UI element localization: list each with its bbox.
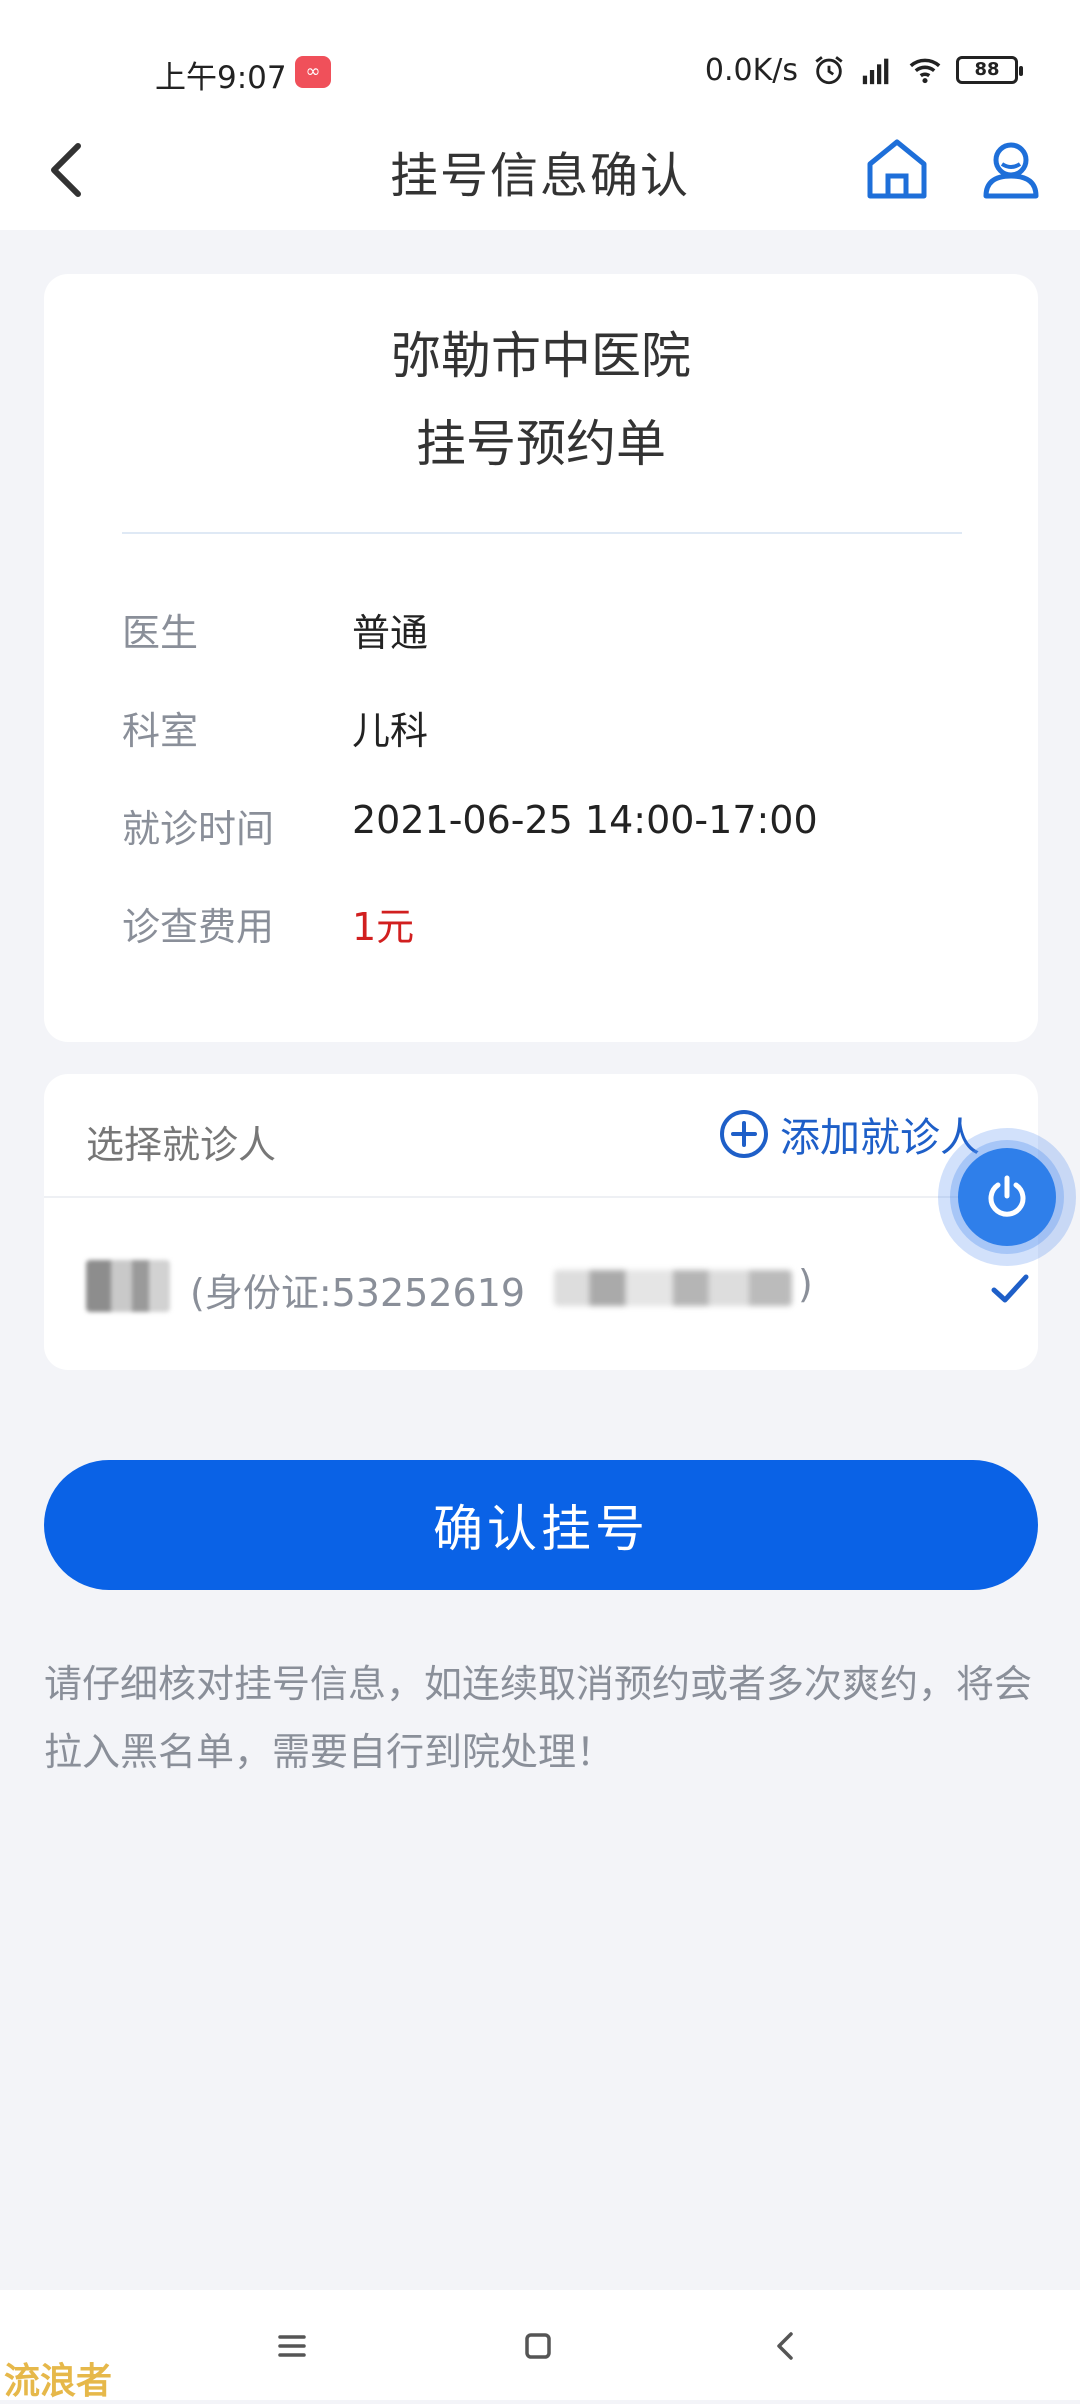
plus-circle-icon — [720, 1110, 768, 1158]
power-icon — [988, 1175, 1026, 1217]
menu-icon[interactable] — [262, 2316, 322, 2376]
appointment-card: 弥勒市中医院 挂号预约单 医生 普通 科室 儿科 就诊时间 2021-06-25… — [44, 274, 1038, 1042]
row-value: 儿科 — [352, 709, 429, 753]
divider — [122, 532, 962, 534]
check-icon — [991, 1274, 1029, 1303]
notice-text: 请仔细核对挂号信息，如连续取消预约或者多次爽约，将会拉入黑名单，需要自行到院处理… — [44, 1662, 1033, 1774]
divider — [44, 1196, 1038, 1198]
row-label: 诊查费用 — [122, 905, 275, 949]
confirm-register-button[interactable]: 确认挂号 — [44, 1460, 1038, 1590]
add-patient-button[interactable]: 添加就诊人 — [718, 1106, 980, 1162]
nav-bar: 挂号信息确认 — [0, 110, 1080, 230]
home-square-icon[interactable] — [508, 2316, 568, 2376]
row-value: 普通 — [352, 611, 429, 655]
id-number-blurred — [554, 1270, 792, 1306]
status-bar: 上午9:07 ∞ 0.0K/s 88 — [0, 0, 1080, 110]
back-arrow-icon[interactable] — [756, 2316, 816, 2376]
battery-icon: 88 — [956, 56, 1023, 84]
floating-button-core — [958, 1148, 1056, 1246]
patient-card: 选择就诊人 添加就诊人 (身份证:53252619 ) — [44, 1074, 1038, 1370]
alarm-icon — [815, 56, 843, 85]
row-label: 医生 — [122, 611, 199, 655]
fee-value: 1元 — [352, 905, 415, 949]
signal-icon — [862, 58, 889, 85]
patient-id-close: ) — [798, 1262, 813, 1306]
home-icon[interactable] — [858, 130, 936, 208]
form-title: 挂号预约单 — [416, 415, 666, 473]
row-label: 就诊时间 — [122, 807, 275, 851]
floating-power-button[interactable] — [938, 1128, 1076, 1266]
patient-id-text: (身份证:53252619 — [190, 1271, 526, 1315]
notification-app-icon: ∞ — [295, 56, 331, 88]
patient-option[interactable]: (身份证:53252619 ) — [86, 1260, 1029, 1320]
row-label: 科室 — [122, 709, 199, 753]
status-right: 0.0K/s 88 — [704, 50, 1023, 90]
hospital-name: 弥勒市中医院 — [391, 327, 691, 385]
patient-name-blurred — [86, 1260, 170, 1312]
user-icon[interactable] — [972, 130, 1050, 208]
status-time: 上午9:07 — [155, 60, 287, 96]
select-patient-label: 选择就诊人 — [86, 1123, 277, 1167]
net-speed: 0.0K/s — [704, 52, 798, 88]
watermark: 流浪者 — [4, 2361, 113, 2402]
row-value: 2021-06-25 14:00-17:00 — [352, 798, 818, 842]
system-nav-bar — [0, 2290, 1080, 2400]
wifi-icon — [909, 58, 941, 84]
add-patient-label: 添加就诊人 — [780, 1115, 980, 1161]
